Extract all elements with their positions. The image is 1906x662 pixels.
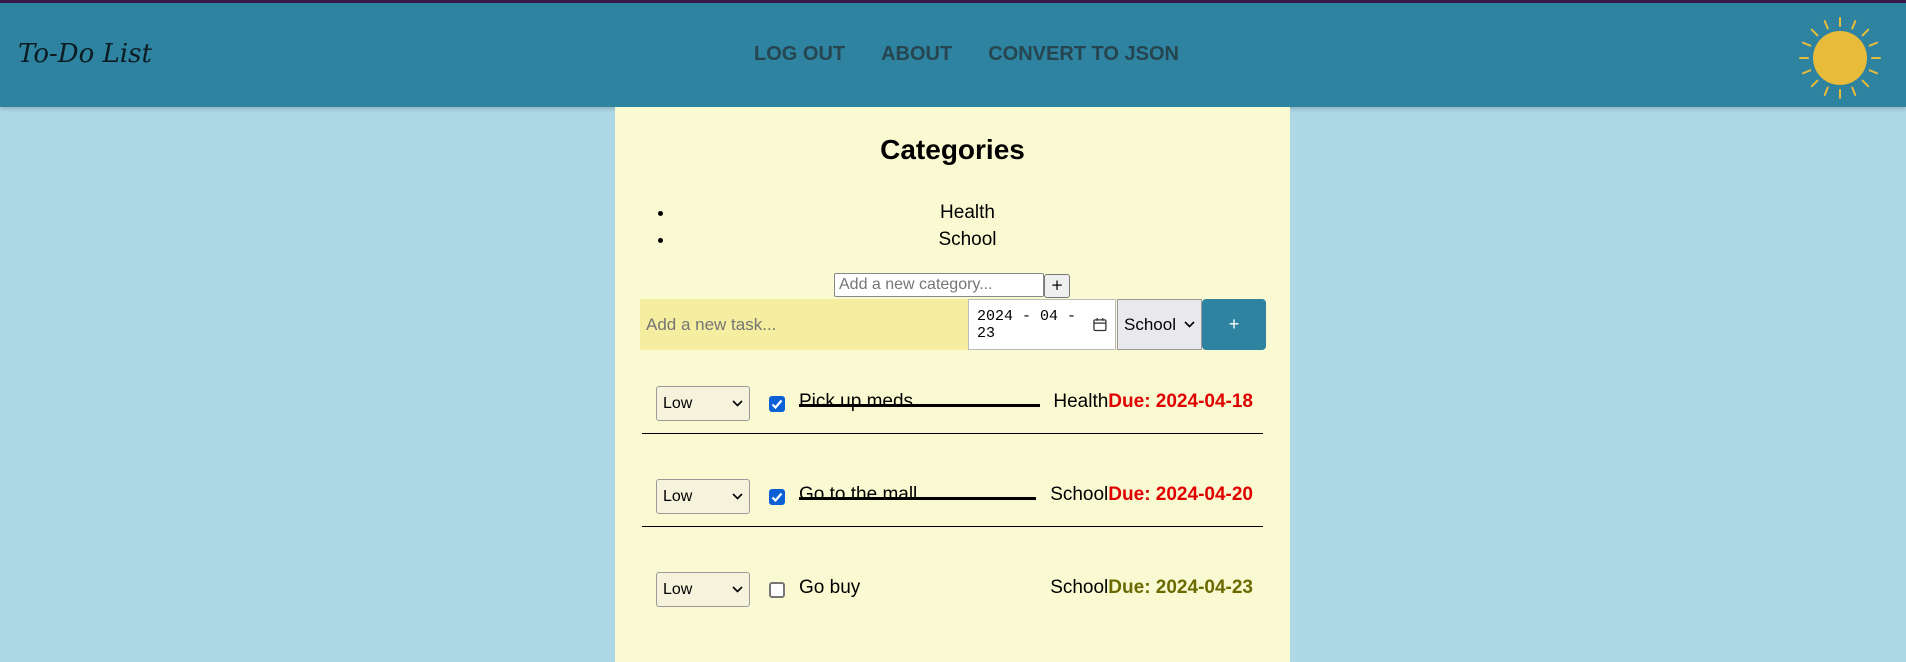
about-link[interactable]: ABOUT (881, 43, 952, 66)
task-meta: School Due: 2024-04-20 (1050, 484, 1253, 506)
row-divider (642, 433, 1263, 434)
chevron-down-icon (1184, 321, 1195, 328)
chevron-down-icon (732, 586, 743, 593)
main-nav: LOG OUT ABOUT CONVERT TO JSON (754, 43, 1179, 66)
priority-select[interactable]: Low (656, 479, 750, 514)
task-meta: School Due: 2024-04-23 (1050, 577, 1253, 599)
new-category-input[interactable] (834, 273, 1044, 297)
task-name: Go to the mall (799, 484, 918, 505)
logout-link[interactable]: LOG OUT (754, 43, 845, 66)
categories-heading: Categories (880, 134, 1025, 165)
task-name: Go buy (799, 577, 861, 598)
category-item-school: School (675, 226, 1260, 253)
priority-value: Low (663, 580, 693, 598)
chevron-down-icon (732, 400, 743, 407)
task-row: Low Pick up meds Health Due: 2024-04-18 (642, 342, 1263, 434)
main-panel: Categories Health School + 2024 - 04 - 2… (615, 107, 1290, 662)
chevron-down-icon (732, 493, 743, 500)
task-row: Low Go buy School Due: 2024-04-23 (642, 528, 1263, 620)
add-category-button[interactable]: + (1044, 274, 1070, 298)
task-row: Low Go to the mall School Due: 2024-04-2… (642, 435, 1263, 527)
calendar-icon[interactable] (1093, 317, 1107, 332)
category-list: Health School (655, 199, 1260, 253)
row-divider (642, 526, 1263, 527)
task-category: Health (1053, 391, 1109, 412)
priority-value: Low (663, 487, 693, 505)
checkmark-icon (771, 492, 783, 503)
task-meta: Health Due: 2024-04-18 (1053, 391, 1253, 413)
task-done-checkbox[interactable] (769, 489, 785, 505)
task-category: School (1050, 484, 1109, 505)
convert-to-json-link[interactable]: CONVERT TO JSON (988, 43, 1179, 66)
app-title: To-Do List (18, 39, 152, 69)
app-header: To-Do List LOG OUT ABOUT CONVERT TO JSON (0, 3, 1906, 107)
priority-select[interactable]: Low (656, 572, 750, 607)
checkmark-icon (771, 399, 783, 410)
strikethrough-line (799, 404, 1040, 407)
task-done-checkbox[interactable] (769, 396, 785, 412)
strikethrough-line (799, 497, 1036, 500)
task-done-checkbox[interactable] (769, 582, 785, 598)
task-name: Pick up meds (799, 391, 914, 412)
sun-icon[interactable] (1798, 16, 1882, 100)
task-category: School (1050, 577, 1109, 598)
task-due-date: Due: 2024-04-18 (1108, 391, 1253, 412)
priority-select[interactable]: Low (656, 386, 750, 421)
task-category-value: School (1124, 314, 1176, 334)
priority-value: Low (663, 394, 693, 412)
category-item-health: Health (675, 199, 1260, 226)
task-due-date: Due: 2024-04-23 (1108, 577, 1253, 598)
due-date-value: 2024 - 04 - 23 (977, 307, 1077, 342)
task-due-date: Due: 2024-04-20 (1108, 484, 1253, 505)
